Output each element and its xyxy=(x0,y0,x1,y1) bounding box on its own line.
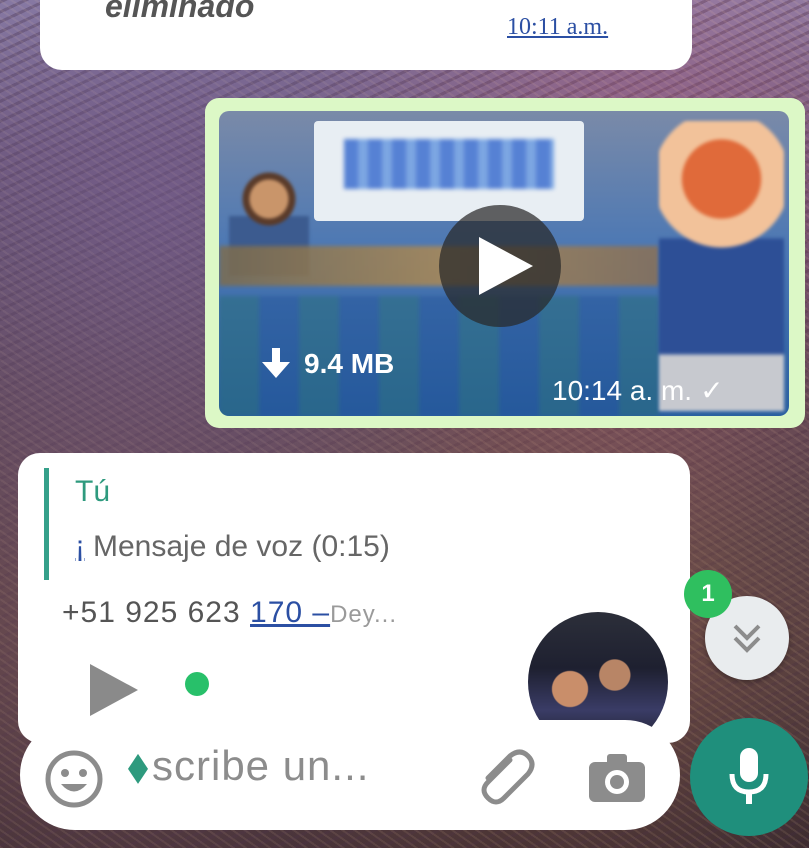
voice-note-icon: ¡ xyxy=(75,530,85,563)
video-download-button[interactable]: 9.4 MB xyxy=(262,343,394,385)
camera-button[interactable] xyxy=(585,752,649,809)
paperclip-icon xyxy=(481,749,535,805)
thumbnail-right-figure xyxy=(659,121,784,411)
deleted-message-text: eliminado xyxy=(105,0,255,24)
thumbnail-banner xyxy=(314,121,584,221)
quoted-author: Tú xyxy=(75,475,111,508)
audio-progress-dot[interactable] xyxy=(185,672,209,696)
microphone-icon xyxy=(729,748,769,804)
audio-play-button[interactable] xyxy=(88,662,140,723)
sender-name: Dey... xyxy=(330,601,397,628)
sender-phone-link[interactable]: 170 – xyxy=(250,596,330,629)
video-message-meta: 10:14 a. m. ✓ xyxy=(552,374,724,407)
video-play-button[interactable] xyxy=(439,205,561,327)
video-message-time: 10:14 a. m. xyxy=(552,374,693,406)
sent-check-icon: ✓ xyxy=(700,375,724,406)
sender-phone-line: +51 925 623 170 –Dey... xyxy=(62,596,397,630)
quoted-text: Mensaje de voz (0:15) xyxy=(93,530,390,563)
cursor-marker-icon xyxy=(128,753,148,784)
message-input[interactable]: scribe un... xyxy=(128,742,369,790)
sender-phone-prefix: +51 925 623 xyxy=(62,596,251,629)
quoted-text-line: ¡ Mensaje de voz (0:15) xyxy=(75,530,390,564)
unread-count-badge: 1 xyxy=(684,570,732,618)
message-input-placeholder: scribe un... xyxy=(152,742,370,789)
video-file-size: 9.4 MB xyxy=(304,348,395,379)
deleted-message-time: 10:11 a.m. xyxy=(507,14,609,40)
emoji-icon xyxy=(45,750,103,808)
camera-icon xyxy=(589,754,645,802)
thumbnail-banner-text xyxy=(344,139,554,189)
play-icon xyxy=(479,237,533,295)
download-arrow-icon xyxy=(262,348,290,378)
emoji-button[interactable] xyxy=(44,749,104,814)
attach-button[interactable] xyxy=(476,748,536,813)
voice-record-button[interactable] xyxy=(690,718,808,836)
audio-play-icon xyxy=(90,664,138,716)
